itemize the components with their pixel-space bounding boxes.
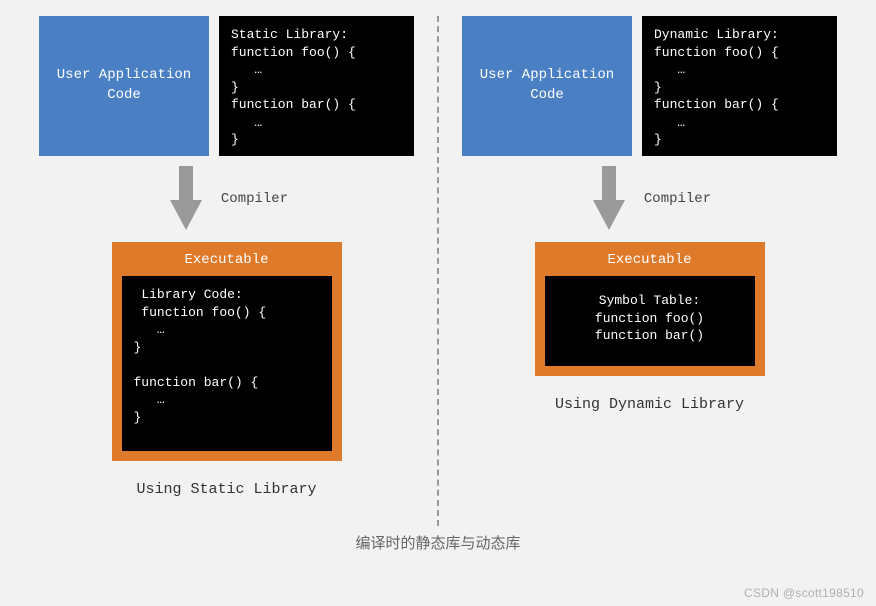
executable-box-left: Executable Library Code: function foo() …: [112, 242, 342, 461]
top-row-right: User Application Code Dynamic Library: f…: [455, 16, 844, 156]
caption-left: Using Static Library: [136, 481, 316, 498]
dynamic-library-column: User Application Code Dynamic Library: f…: [443, 16, 856, 526]
down-arrow-icon: [588, 164, 630, 234]
executable-title-right: Executable: [545, 248, 755, 276]
exec-header-right: Symbol Table:: [557, 292, 743, 310]
static-library-box: Static Library: function foo() { … } fun…: [219, 16, 414, 156]
arrow-row-left: Compiler: [32, 164, 421, 234]
exec-line1-right: function foo(): [557, 310, 743, 328]
dynamic-library-code: function foo() { … } function bar() { … …: [654, 45, 779, 148]
watermark-text: CSDN @scott198510: [744, 586, 864, 600]
compiler-label-right: Compiler: [644, 191, 711, 207]
exec-body-left: function foo() { … } function bar() { … …: [134, 305, 267, 425]
compiler-label-left: Compiler: [221, 191, 288, 207]
top-row-left: User Application Code Static Library: fu…: [32, 16, 421, 156]
dynamic-library-box: Dynamic Library: function foo() { … } fu…: [642, 16, 837, 156]
dynamic-library-title: Dynamic Library:: [654, 27, 779, 42]
user-app-label: User Application Code: [47, 66, 201, 105]
arrow-row-right: Compiler: [455, 164, 844, 234]
down-arrow-icon: [165, 164, 207, 234]
executable-title-left: Executable: [122, 248, 332, 276]
static-library-code: function foo() { … } function bar() { … …: [231, 45, 356, 148]
vertical-divider: [437, 16, 439, 526]
exec-header-left: Library Code:: [141, 287, 242, 302]
bottom-caption: 编译时的静态库与动态库: [20, 532, 856, 553]
user-app-label-right: User Application Code: [470, 66, 624, 105]
static-library-column: User Application Code Static Library: fu…: [20, 16, 433, 526]
executable-code-left: Library Code: function foo() { … } funct…: [122, 276, 332, 451]
executable-box-right: Executable Symbol Table: function foo() …: [535, 242, 765, 376]
static-library-title: Static Library:: [231, 27, 348, 42]
exec-line2-right: function bar(): [557, 327, 743, 345]
executable-code-right: Symbol Table: function foo() function ba…: [545, 276, 755, 366]
caption-right: Using Dynamic Library: [555, 396, 744, 413]
user-app-box-right: User Application Code: [462, 16, 632, 156]
user-app-box-left: User Application Code: [39, 16, 209, 156]
